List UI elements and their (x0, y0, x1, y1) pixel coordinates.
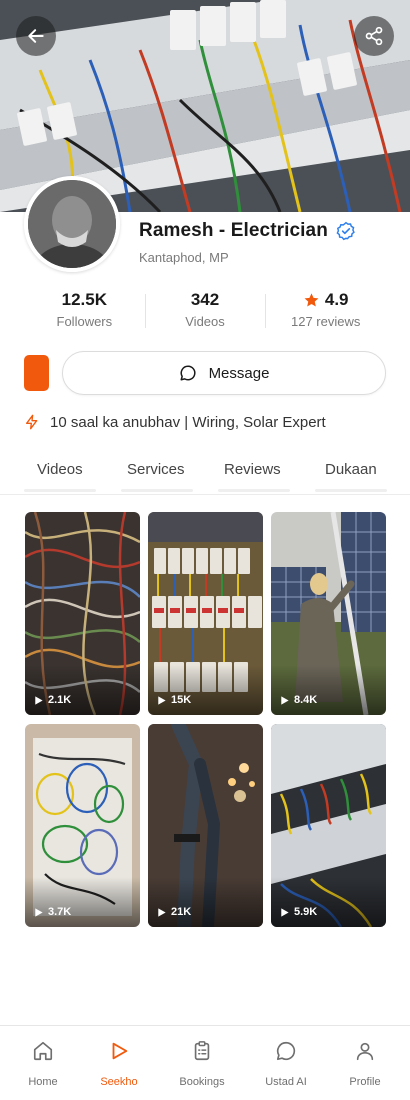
profile-tabs: Videos Services Reviews Dukaan (0, 455, 410, 495)
arrow-left-icon (28, 29, 44, 43)
chat-icon (276, 1041, 296, 1061)
tab-indicator-videos (24, 489, 96, 492)
view-count: 5.9K (279, 906, 317, 918)
tile-gradient (271, 665, 386, 715)
call-button[interactable] (24, 355, 49, 391)
profile-location: Kantaphod, MP (139, 250, 229, 265)
video-tile[interactable]: 8.4K (271, 512, 386, 715)
stat-rating[interactable]: 4.9 127 reviews (265, 290, 386, 334)
videos-count: 342 (190, 290, 220, 309)
followers-count: 12.5K (61, 290, 108, 309)
bio-row: 10 saal ka anubhav | Wiring, Solar Exper… (24, 413, 326, 431)
star-icon (304, 292, 319, 306)
verified-badge-icon (336, 221, 355, 241)
reviews-count-label: 127 reviews (290, 314, 361, 329)
play-icon (112, 1042, 128, 1060)
play-icon (158, 695, 166, 705)
back-button[interactable] (16, 16, 56, 56)
tile-gradient (25, 877, 140, 927)
nav-home[interactable]: Home (5, 1038, 81, 1088)
home-icon (33, 1041, 53, 1061)
view-count: 8.4K (279, 694, 317, 706)
stat-videos[interactable]: 342 Videos (144, 290, 266, 334)
profile-name: Ramesh - Electrician (139, 220, 328, 241)
lightning-icon (26, 414, 38, 430)
tile-gradient (148, 877, 263, 927)
nav-seekho[interactable]: Seekho (81, 1038, 157, 1088)
message-label: Message (208, 364, 270, 382)
nav-ustad-ai[interactable]: Ustad AI (248, 1038, 324, 1088)
view-count: 3.7K (33, 906, 71, 918)
name-row: Ramesh - Electrician (139, 220, 356, 242)
play-icon (281, 695, 289, 705)
play-icon (281, 907, 289, 917)
stats-row: 12.5K Followers 342 Videos 4.9 127 revie… (24, 290, 386, 334)
video-tile[interactable]: 2.1K (25, 512, 140, 715)
chat-bubble-icon (180, 365, 196, 381)
nav-bookings[interactable]: Bookings (164, 1038, 240, 1088)
tile-gradient (25, 665, 140, 715)
play-icon (35, 695, 43, 705)
tab-dukaan[interactable]: Dukaan (325, 461, 377, 478)
tab-indicator-reviews (218, 489, 290, 492)
message-button[interactable]: Message (62, 351, 386, 395)
view-count: 21K (156, 906, 191, 918)
view-count: 2.1K (33, 694, 71, 706)
clipboard-icon (194, 1041, 210, 1061)
video-tile[interactable]: 3.7K (25, 724, 140, 927)
bio-text: 10 saal ka anubhav | Wiring, Solar Exper… (50, 413, 326, 431)
share-icon (365, 26, 383, 46)
videos-label: Videos (185, 314, 225, 329)
tile-gradient (148, 665, 263, 715)
nav-profile[interactable]: Profile (327, 1038, 403, 1088)
video-tile[interactable]: 15K (148, 512, 263, 715)
play-icon (35, 907, 43, 917)
tile-gradient (271, 877, 386, 927)
view-count: 15K (156, 694, 191, 706)
tab-reviews[interactable]: Reviews (224, 461, 281, 478)
tab-services[interactable]: Services (127, 461, 185, 478)
video-tile[interactable]: 5.9K (271, 724, 386, 927)
tab-indicator-dukaan (315, 489, 387, 492)
share-button[interactable] (354, 16, 394, 56)
tab-videos[interactable]: Videos (37, 461, 83, 478)
followers-label: Followers (56, 314, 113, 329)
rating-value: 4.9 (324, 290, 349, 309)
profile-screen: Ramesh - Electrician Kantaphod, MP 12.5K… (0, 0, 410, 1100)
bottom-navigation: Home Seekho Bookings Ustad AI Profile (0, 1025, 410, 1100)
stat-followers[interactable]: 12.5K Followers (24, 290, 145, 334)
person-icon (356, 1042, 374, 1061)
tab-indicator-services (121, 489, 193, 492)
play-icon (158, 907, 166, 917)
video-tile[interactable]: 21K (148, 724, 263, 927)
avatar[interactable] (24, 176, 120, 272)
